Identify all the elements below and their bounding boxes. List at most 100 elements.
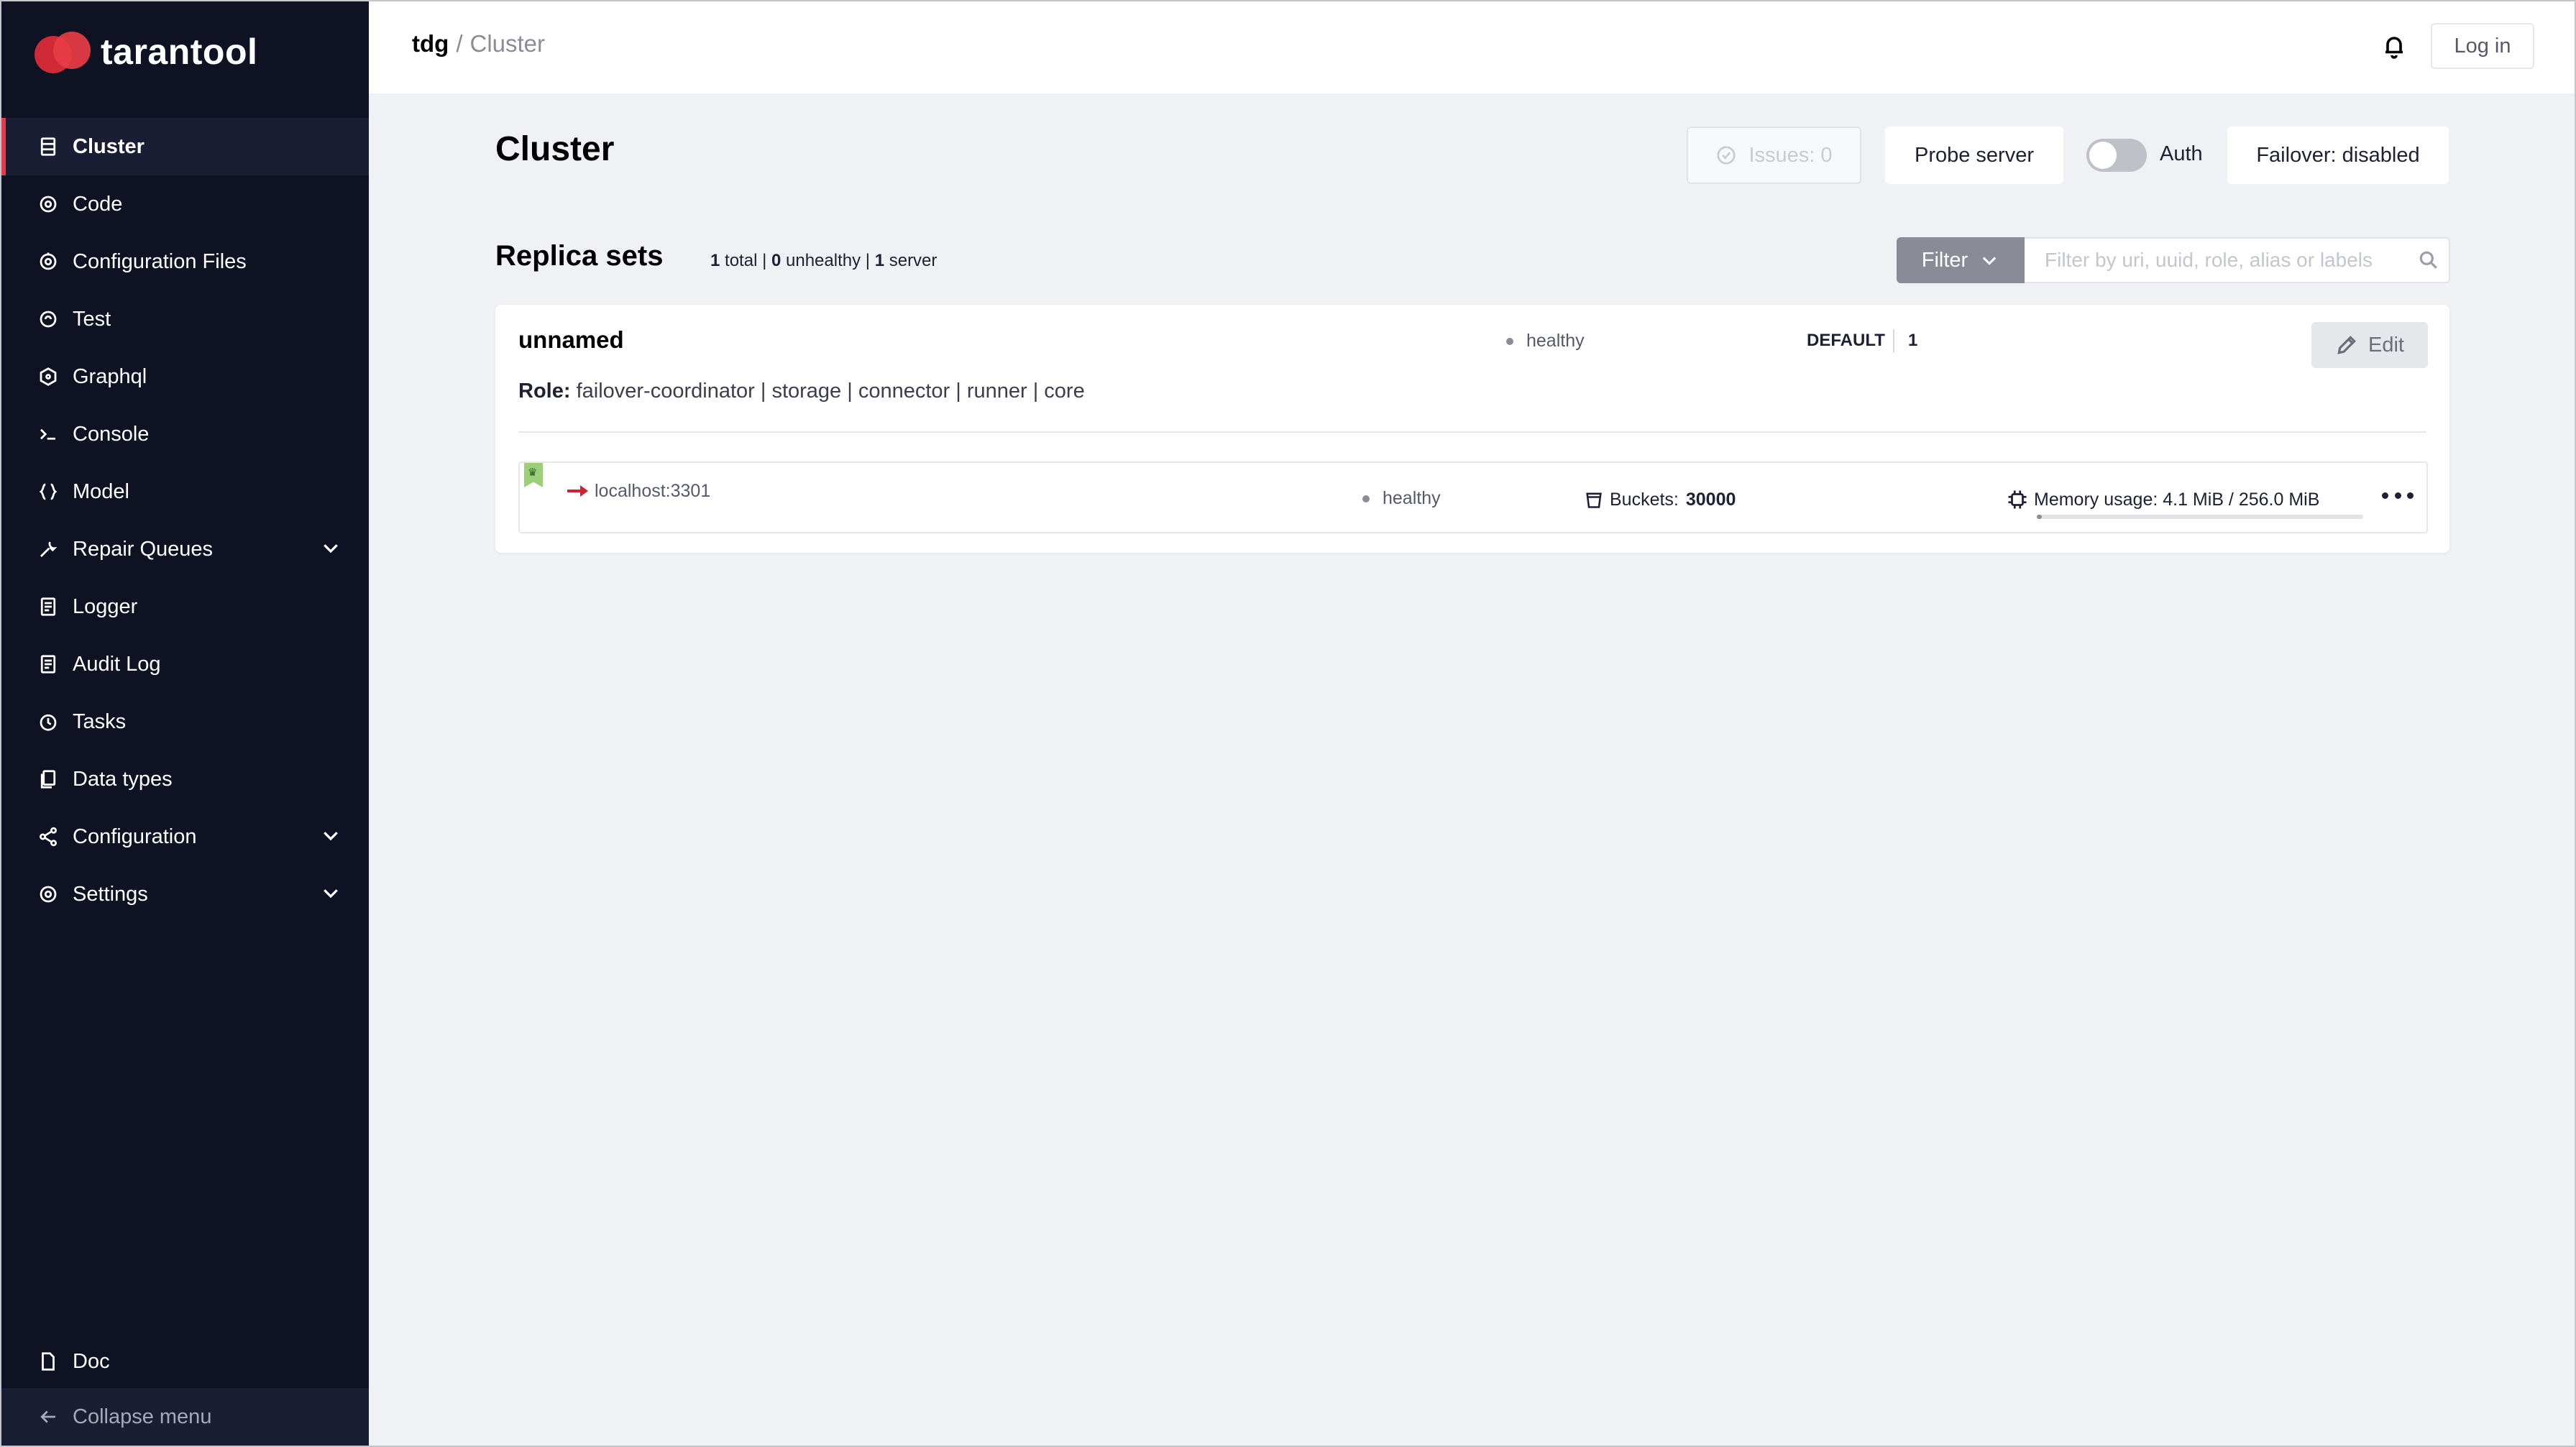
replica-sets-stats: 1 total | 0 unhealthy | 1 server — [710, 251, 938, 270]
replica-set-weight: 1 — [1908, 331, 1918, 350]
cluster-icon — [36, 134, 60, 159]
sidebar-item-console[interactable]: Console — [1, 405, 369, 463]
arrow-right-icon — [566, 483, 589, 499]
test-icon — [36, 307, 60, 331]
more-actions-button[interactable] — [2382, 484, 2414, 506]
chevron-down-icon[interactable] — [320, 537, 344, 561]
memory-usage-bar — [2037, 515, 2363, 519]
collapse-menu-button[interactable]: Collapse menu — [1, 1388, 369, 1446]
failover-button[interactable]: Failover: disabled — [2227, 127, 2449, 184]
tarantool-logo-icon — [35, 30, 92, 73]
sidebar-item-label: Tasks — [73, 709, 127, 733]
code-icon — [36, 192, 60, 216]
server-uri: localhost:3301 — [595, 481, 711, 501]
data-types-icon — [36, 767, 60, 791]
chevron-down-icon — [1982, 257, 1997, 265]
check-circle-icon — [1717, 146, 1736, 165]
chevron-down-icon[interactable] — [320, 882, 344, 906]
sidebar-item-label: Graphql — [73, 364, 147, 388]
status-dot — [1362, 495, 1370, 502]
sidebar-item-label: Settings — [73, 882, 148, 906]
filter-search-input[interactable]: Filter by uri, uuid, role, alias or labe… — [2025, 237, 2450, 283]
server-status: healthy — [1362, 488, 1441, 509]
model-icon — [36, 479, 60, 504]
replica-set-status: healthy — [1506, 331, 1585, 352]
memory-usage: Memory usage: 4.1 MiB / 256.0 MiB — [2007, 489, 2319, 510]
replica-sets-title: Replica sets — [495, 240, 664, 272]
status-dot — [1506, 337, 1513, 345]
sidebar-item-data-types[interactable]: Data types — [1, 750, 369, 808]
repair-queues-icon — [36, 537, 60, 561]
replica-set-roles: Role: failover-coordinator | storage | c… — [518, 380, 1085, 403]
sidebar-item-configuration[interactable]: Configuration — [1, 808, 369, 865]
sidebar-item-label: Doc — [73, 1349, 110, 1373]
sidebar-item-label: Logger — [73, 594, 138, 618]
bell-icon[interactable] — [2381, 32, 2407, 61]
logger-icon — [36, 594, 60, 619]
sidebar-item-test[interactable]: Test — [1, 290, 369, 348]
brand-name: tarantool — [101, 32, 258, 72]
sidebar-item-label: Configuration Files — [73, 249, 247, 273]
sidebar-item-logger[interactable]: Logger — [1, 578, 369, 635]
audit-log-icon — [36, 652, 60, 676]
tasks-icon — [36, 709, 60, 734]
divider — [1893, 329, 1894, 352]
breadcrumb: tdg / Cluster — [412, 30, 545, 58]
breadcrumb-page: Cluster — [469, 30, 546, 57]
auth-toggle[interactable] — [2086, 139, 2147, 172]
sidebar-item-label: Configuration — [73, 824, 197, 848]
sidebar-item-repair-queues[interactable]: Repair Queues — [1, 520, 369, 578]
issues-label: Issues: 0 — [1748, 143, 1833, 167]
sidebar-item-model[interactable]: Model — [1, 463, 369, 520]
sidebar-item-label: Repair Queues — [73, 537, 214, 561]
sidebar-nav: Cluster Code Configuration Files Test Gr… — [1, 118, 369, 923]
breadcrumb-separator: / — [456, 30, 463, 57]
sidebar-item-doc[interactable]: Doc — [1, 1333, 369, 1390]
search-icon — [2417, 249, 2440, 272]
sidebar-item-configuration-files[interactable]: Configuration Files — [1, 233, 369, 290]
edit-label: Edit — [2368, 333, 2404, 357]
sidebar-item-settings[interactable]: Settings — [1, 865, 369, 923]
settings-icon — [36, 882, 60, 906]
sidebar: tarantool Cluster Code Configuration Fil… — [1, 1, 369, 1446]
edit-replica-set-button[interactable]: Edit — [2311, 322, 2428, 368]
sidebar-item-label: Code — [73, 192, 123, 216]
sidebar-item-tasks[interactable]: Tasks — [1, 693, 369, 750]
server-row[interactable]: ♛ localhost:3301 healthy Buckets: 30000 M… — [518, 461, 2428, 533]
leader-crown-icon: ♛ — [524, 463, 543, 487]
bucket-icon — [1586, 492, 1602, 508]
filter-dropdown-button[interactable]: Filter — [1897, 237, 2025, 283]
sidebar-item-audit-log[interactable]: Audit Log — [1, 635, 369, 693]
login-button[interactable]: Log in — [2431, 23, 2534, 69]
sidebar-item-code[interactable]: Code — [1, 175, 369, 233]
auth-label: Auth — [2160, 142, 2203, 165]
filter-label: Filter — [1921, 248, 1968, 272]
chevron-down-icon[interactable] — [320, 824, 344, 849]
logo[interactable]: tarantool — [35, 27, 257, 76]
sidebar-item-label: Model — [73, 479, 129, 503]
pencil-icon — [2337, 336, 2356, 354]
arrow-left-icon — [36, 1405, 60, 1429]
sidebar-item-label: Audit Log — [73, 652, 161, 676]
graphql-icon — [36, 364, 60, 389]
sidebar-item-label: Data types — [73, 767, 173, 791]
config-files-icon — [36, 249, 60, 274]
configuration-icon — [36, 824, 60, 849]
page-title: Cluster — [495, 130, 615, 168]
console-icon — [36, 422, 60, 446]
probe-server-button[interactable]: Probe server — [1885, 127, 2063, 184]
sidebar-item-graphql[interactable]: Graphql — [1, 348, 369, 405]
chip-icon — [2008, 490, 2027, 509]
doc-icon — [36, 1349, 60, 1374]
vshard-group: DEFAULT — [1807, 331, 1885, 350]
top-header: tdg / Cluster Log in — [369, 1, 2575, 93]
issues-button[interactable]: Issues: 0 — [1687, 127, 1861, 184]
sidebar-item-label: Cluster — [73, 134, 145, 158]
breadcrumb-app[interactable]: tdg — [412, 30, 449, 57]
replica-set-name: unnamed — [518, 326, 624, 353]
sidebar-item-cluster[interactable]: Cluster — [1, 118, 369, 175]
buckets: Buckets: 30000 — [1584, 489, 1736, 510]
toggle-knob — [2089, 142, 2117, 169]
sidebar-item-label: Console — [73, 422, 150, 446]
sidebar-item-label: Test — [73, 307, 111, 331]
